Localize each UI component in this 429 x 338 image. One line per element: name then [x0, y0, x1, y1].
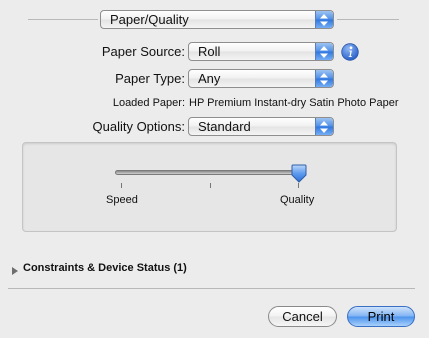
- popup-stepper-icon: [315, 70, 333, 87]
- quality-slider-track[interactable]: [115, 170, 300, 175]
- slider-thumb[interactable]: [290, 164, 308, 184]
- popup-stepper-icon: [315, 118, 333, 135]
- quality-options-label: Quality Options:: [92, 119, 186, 134]
- top-divider-left: [28, 19, 98, 20]
- cancel-button[interactable]: Cancel: [268, 306, 337, 327]
- quality-options-value: Standard: [198, 119, 251, 134]
- loaded-paper-value: HP Premium Instant-dry Satin Photo Paper: [189, 97, 399, 109]
- loaded-paper-label: Loaded Paper:: [112, 97, 185, 109]
- top-divider-right: [337, 19, 399, 20]
- slider-min-label: Speed: [106, 194, 138, 206]
- constraints-label[interactable]: Constraints & Device Status (1): [23, 262, 187, 274]
- print-button[interactable]: Print: [347, 306, 415, 327]
- slider-max-label: Quality: [280, 194, 315, 206]
- bottom-divider: [8, 288, 415, 289]
- paper-source-label: Paper Source:: [101, 44, 185, 59]
- slider-tick: [210, 183, 211, 188]
- slider-tick: [121, 183, 122, 188]
- paper-type-label: Paper Type:: [115, 71, 185, 86]
- paper-source-value: Roll: [198, 44, 221, 59]
- quality-options-popup[interactable]: Standard: [188, 117, 334, 136]
- paper-source-popup[interactable]: Roll: [188, 42, 334, 61]
- panel-popup-label: Paper/Quality: [110, 12, 189, 27]
- popup-stepper-icon: [315, 11, 333, 28]
- info-icon[interactable]: [341, 43, 359, 61]
- panel-popup[interactable]: Paper/Quality: [100, 10, 334, 29]
- paper-type-value: Any: [198, 71, 221, 86]
- paper-type-popup[interactable]: Any: [188, 69, 334, 88]
- disclosure-triangle-icon[interactable]: [11, 263, 19, 275]
- popup-stepper-icon: [315, 43, 333, 60]
